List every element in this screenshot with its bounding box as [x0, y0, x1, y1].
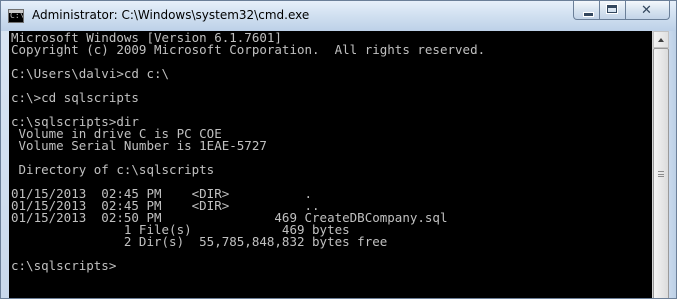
console-line: c:\sqlscripts> [11, 258, 117, 273]
window-frame-right [669, 31, 676, 298]
console-line: Copyright (c) 2009 Microsoft Corporation… [11, 42, 486, 57]
maximize-button[interactable] [600, 1, 626, 20]
minimize-icon [583, 12, 594, 17]
caption-buttons: ✕ [573, 1, 670, 21]
scroll-up-button[interactable] [653, 31, 669, 48]
console-line: 2 Dir(s) 55,785,848,832 bytes free [11, 234, 388, 249]
maximize-icon [606, 4, 618, 14]
console-line: c:\>cd sqlscripts [11, 90, 139, 105]
vertical-scrollbar[interactable] [652, 31, 669, 298]
console-line: Directory of c:\sqlscripts [11, 162, 215, 177]
cmd-icon[interactable]: C:\_ [8, 9, 24, 23]
title-bar[interactable]: C:\_ Administrator: C:\Windows\system32\… [1, 1, 676, 31]
scroll-thumb[interactable] [653, 48, 669, 298]
grip-icon [658, 171, 664, 177]
close-icon: ✕ [641, 3, 652, 18]
window-title: Administrator: C:\Windows\system32\cmd.e… [32, 8, 310, 22]
cmd-window: C:\_ Administrator: C:\Windows\system32\… [0, 0, 677, 299]
minimize-button[interactable] [573, 1, 600, 20]
close-button[interactable]: ✕ [626, 1, 670, 20]
console-output[interactable]: Microsoft Windows [Version 6.1.7601] Copy… [9, 31, 652, 298]
console-line: Volume Serial Number is 1EAE-5727 [11, 138, 267, 153]
console-line: C:\Users\dalvi>cd c:\ [11, 66, 170, 81]
